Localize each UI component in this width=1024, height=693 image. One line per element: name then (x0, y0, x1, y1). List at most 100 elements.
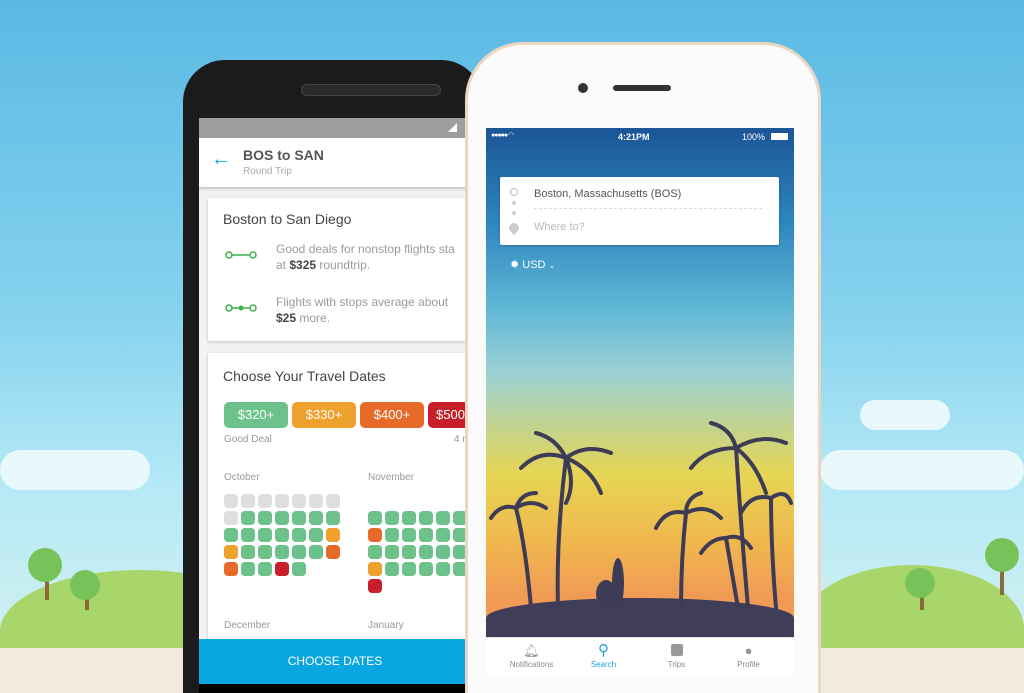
calendar-day[interactable] (275, 511, 289, 525)
tab-profile[interactable]: ● Profile (710, 638, 787, 676)
header-title: BOS to SAN (243, 147, 324, 163)
calendar-day[interactable] (402, 528, 416, 542)
legend-pill: $400+ (360, 402, 424, 428)
calendar-day[interactable] (258, 494, 272, 508)
month-label-january: January (368, 620, 404, 631)
cloud (0, 450, 150, 490)
calendar-day[interactable] (368, 511, 382, 525)
calendar-day[interactable] (368, 545, 382, 559)
calendar-day[interactable] (224, 545, 238, 559)
calendar-day[interactable] (292, 494, 306, 508)
calendar-day[interactable] (385, 545, 399, 559)
calendar-day[interactable] (368, 528, 382, 542)
calendar-day[interactable] (419, 511, 433, 525)
calendar-day[interactable] (241, 562, 255, 576)
battery-percent: 100% (742, 132, 766, 142)
calendar-day[interactable] (385, 511, 399, 525)
tree (905, 568, 935, 598)
calendar-day[interactable] (292, 528, 306, 542)
calendar-day[interactable] (275, 562, 289, 576)
signal-icon (448, 123, 457, 132)
calendar-day[interactable] (419, 545, 433, 559)
calendar-day[interactable] (419, 528, 433, 542)
calendar-day[interactable] (419, 562, 433, 576)
calendar-day[interactable] (241, 511, 255, 525)
calendar-day[interactable] (224, 562, 238, 576)
stops-icon (225, 304, 257, 312)
calendar-day[interactable] (292, 545, 306, 559)
status-bar (199, 118, 471, 138)
calendar-day[interactable] (275, 545, 289, 559)
gear-icon: ✹ (510, 259, 520, 271)
month-label-november: November (368, 472, 415, 483)
calendar-day[interactable] (292, 511, 306, 525)
calendar-day[interactable] (258, 528, 272, 542)
back-arrow-icon[interactable]: ← (211, 148, 231, 171)
tab-label: Notifications (509, 660, 554, 669)
calendar-day[interactable] (224, 528, 238, 542)
calendar-day[interactable] (402, 545, 416, 559)
tree (70, 570, 100, 600)
month-label-december: December (224, 620, 271, 631)
calendar-day[interactable] (326, 494, 340, 508)
calendar-day[interactable] (309, 494, 323, 508)
currency-selector[interactable]: ✹ USD ⌄ (510, 258, 555, 271)
dates-title: Choose Your Travel Dates (223, 368, 386, 384)
calendar-day[interactable] (309, 528, 323, 542)
month-label-october: October (224, 472, 260, 483)
tab-label: Trips (667, 660, 686, 669)
status-time: 4:21PM (618, 132, 650, 142)
calendar-day[interactable] (326, 545, 340, 559)
calendar-day[interactable] (326, 511, 340, 525)
calendar-day[interactable] (402, 511, 416, 525)
search-icon: ⚲ (598, 642, 609, 659)
calendar-day[interactable] (309, 545, 323, 559)
calendar-day[interactable] (275, 528, 289, 542)
calendar-day[interactable] (436, 528, 450, 542)
tree (28, 548, 62, 582)
stops-text-line1: Flights with stops average about (276, 295, 449, 309)
origin-input[interactable]: Boston, Massachusetts (BOS) (534, 188, 681, 200)
tab-search[interactable]: ⚲ Search (565, 638, 642, 676)
calendar-day[interactable] (258, 545, 272, 559)
earpiece (613, 85, 671, 91)
calendar-day[interactable] (368, 579, 382, 593)
calendar-day[interactable] (292, 562, 306, 576)
calendar-day[interactable] (436, 511, 450, 525)
tab-notifications[interactable]: 🔔︎ Notifications (493, 638, 570, 676)
calendar-day[interactable] (436, 562, 450, 576)
stops-text-suffix: more. (296, 311, 331, 325)
calendar-day[interactable] (224, 494, 238, 508)
cloud (820, 450, 1024, 490)
legend-pill: $320+ (224, 402, 288, 428)
surfboard (612, 558, 624, 608)
calendar-day[interactable] (385, 528, 399, 542)
calendar-day[interactable] (224, 511, 238, 525)
calendar-day[interactable] (241, 545, 255, 559)
calendar-day[interactable] (402, 562, 416, 576)
calendar-day[interactable] (385, 562, 399, 576)
calendar-day[interactable] (368, 562, 382, 576)
calendar-day[interactable] (326, 528, 340, 542)
calendar-day[interactable] (275, 494, 289, 508)
stops-price: $25 (276, 311, 297, 325)
tab-label: Profile (737, 660, 760, 669)
choose-dates-button[interactable]: CHOOSE DATES (199, 639, 471, 684)
calendar-day[interactable] (309, 511, 323, 525)
calendar-day[interactable] (258, 562, 272, 576)
palm-trees-illustration (489, 421, 793, 610)
calendar-day[interactable] (436, 545, 450, 559)
tab-label: Search (590, 660, 617, 669)
tab-bar: 🔔︎ Notifications ⚲ Search Trips ● Profile (486, 637, 794, 676)
nonstop-text: Good deals for nonstop flights sta at $3… (276, 241, 455, 273)
input-divider (534, 208, 762, 209)
calendar-day[interactable] (241, 494, 255, 508)
tab-trips[interactable]: Trips (638, 638, 715, 676)
tree (985, 538, 1019, 572)
calendar-day[interactable] (258, 511, 272, 525)
iphone-screen: ●●●●● ◠ 4:21PM 100% Boston, Massachusett… (486, 128, 794, 676)
calendar-day[interactable] (241, 528, 255, 542)
chevron-down-icon: ⌄ (548, 261, 556, 270)
ios-status-bar: ●●●●● ◠ 4:21PM 100% (486, 128, 794, 146)
destination-input[interactable]: Where to? (534, 221, 585, 233)
